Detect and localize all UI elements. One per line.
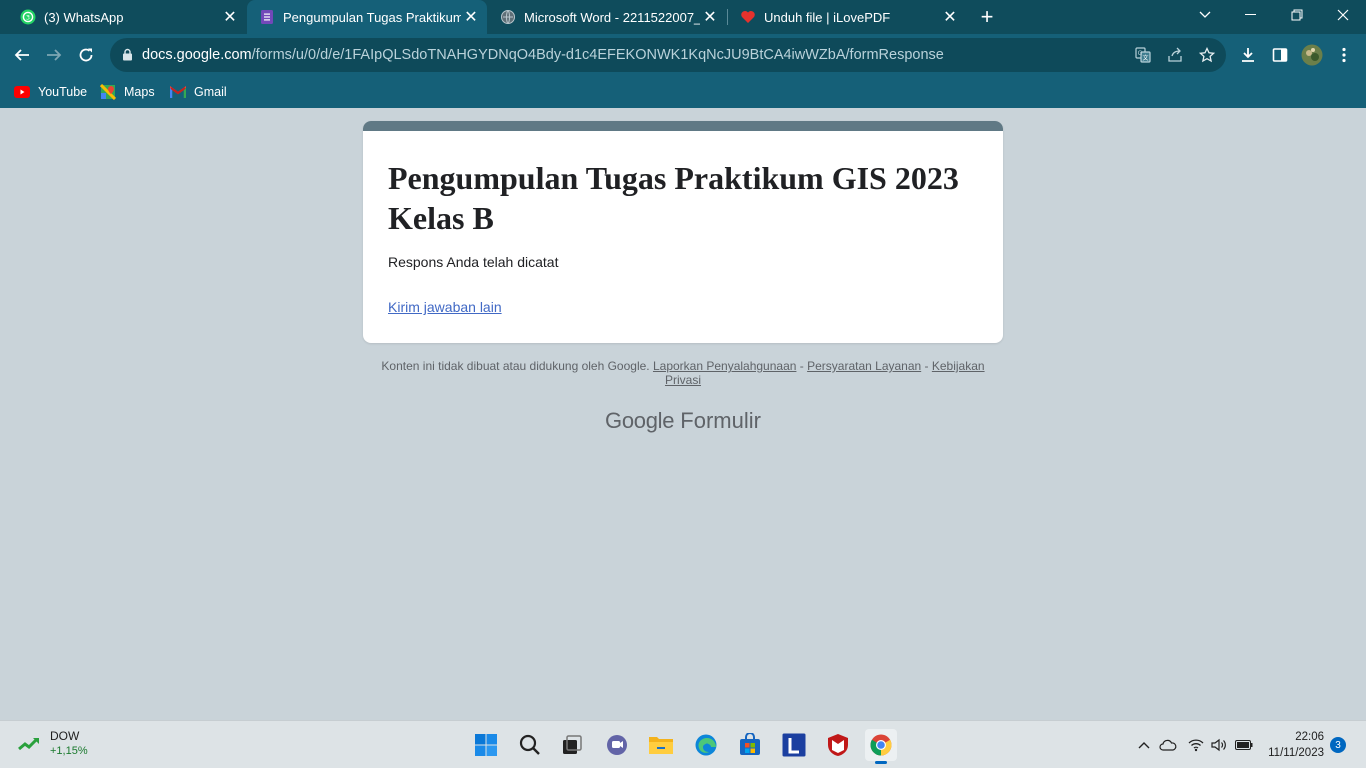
stock-name: DOW — [50, 729, 80, 743]
menu-icon[interactable] — [1334, 45, 1354, 65]
restore-button[interactable] — [1274, 0, 1320, 30]
onedrive-icon[interactable] — [1158, 735, 1178, 755]
form-confirmation-card: Pengumpulan Tugas Praktikum GIS 2023 Kel… — [363, 121, 1003, 343]
bookmark-label: Maps — [124, 85, 155, 99]
google-forms-icon — [259, 9, 275, 25]
footer-disclaimer: Konten ini tidak dibuat atau didukung ol… — [381, 359, 650, 373]
forms-wordmark: Formulir — [680, 408, 761, 433]
close-tab-icon[interactable]: ✕ — [940, 7, 960, 27]
file-explorer-icon[interactable] — [645, 729, 677, 761]
bookmark-gmail[interactable]: Gmail — [170, 82, 227, 102]
form-footer: Konten ini tidak dibuat atau didukung ol… — [363, 359, 1003, 387]
stock-up-icon — [18, 736, 42, 752]
clock-date: 11/11/2023 — [1268, 747, 1324, 759]
translate-icon[interactable]: 文G — [1134, 46, 1152, 64]
tab-title: Pengumpulan Tugas Praktikum G — [283, 9, 461, 25]
back-icon[interactable] — [8, 41, 36, 69]
close-window-button[interactable] — [1320, 0, 1366, 30]
browser-toolbar: docs.google.com/forms/u/0/d/e/1FAIpQLSdo… — [0, 34, 1366, 76]
tab-microsoft-word[interactable]: Microsoft Word - 2211522007_T ✕ — [488, 0, 726, 34]
microsoft-store-icon[interactable] — [734, 729, 766, 761]
bookmark-star-icon[interactable] — [1198, 46, 1216, 64]
close-tab-icon[interactable]: ✕ — [461, 7, 481, 27]
chrome-icon[interactable] — [865, 729, 897, 764]
start-icon[interactable] — [470, 729, 502, 761]
close-tab-icon[interactable]: ✕ — [700, 7, 720, 27]
clock[interactable]: 22:06 11/11/2023 — [1262, 729, 1324, 761]
maps-icon — [100, 84, 116, 100]
svg-text:G: G — [1138, 50, 1143, 57]
tab-title: Unduh file | iLovePDF — [764, 9, 891, 25]
profile-avatar[interactable] — [1301, 44, 1323, 66]
ilovepdf-icon — [740, 9, 756, 25]
windows-taskbar: DOW +1,15% 22:06 11/11/2023 3 — [0, 720, 1366, 768]
terms-of-service-link[interactable]: Persyaratan Layanan — [807, 359, 921, 373]
new-tab-button[interactable]: + — [975, 4, 999, 29]
youtube-icon — [14, 84, 30, 100]
url-path: /forms/u/0/d/e/1FAIpQLSdoTNAHGYDNqO4Bdy-… — [251, 47, 944, 63]
show-hidden-icons-chevron-icon[interactable] — [1134, 735, 1154, 755]
mcafee-icon[interactable] — [822, 729, 854, 761]
bookmark-youtube[interactable]: YouTube — [14, 82, 87, 102]
reload-icon[interactable] — [72, 41, 100, 69]
svg-text:文: 文 — [1142, 54, 1148, 62]
address-bar[interactable]: docs.google.com/forms/u/0/d/e/1FAIpQLSdo… — [110, 38, 1226, 72]
bookmark-label: YouTube — [38, 85, 88, 99]
tab-whatsapp[interactable]: 3 (3) WhatsApp ✕ — [8, 0, 246, 34]
volume-icon[interactable] — [1209, 735, 1229, 755]
svg-text:3: 3 — [26, 14, 30, 22]
tab-title: (3) WhatsApp — [44, 9, 124, 25]
tab-search-icon[interactable] — [1182, 0, 1228, 30]
lock-icon[interactable] — [122, 48, 133, 66]
side-panel-icon[interactable] — [1270, 45, 1290, 65]
tab-ilovepdf[interactable]: Unduh file | iLovePDF ✕ — [728, 0, 966, 34]
gmail-icon — [170, 84, 186, 100]
whatsapp-icon: 3 — [20, 9, 36, 25]
task-view-icon[interactable] — [556, 729, 588, 761]
tab-title: Microsoft Word - 2211522007_T — [524, 9, 700, 25]
share-icon[interactable] — [1166, 46, 1184, 64]
download-icon[interactable] — [1238, 45, 1258, 65]
footer-separator: - — [796, 359, 808, 373]
tab-strip: 3 (3) WhatsApp ✕ Pengumpulan Tugas Prakt… — [0, 0, 1366, 34]
google-wordmark: Google — [605, 408, 675, 433]
submit-another-response-link[interactable]: Kirim jawaban lain — [388, 299, 502, 315]
footer-separator: - — [921, 359, 932, 373]
bookmark-maps[interactable]: Maps — [100, 82, 155, 102]
battery-icon[interactable] — [1234, 735, 1254, 755]
clock-time: 22:06 — [1295, 731, 1324, 743]
notification-badge[interactable]: 3 — [1330, 737, 1346, 753]
globe-icon — [500, 9, 516, 25]
stock-change: +1,15% — [50, 745, 88, 757]
teams-chat-icon[interactable] — [601, 729, 633, 761]
minimize-button[interactable] — [1228, 0, 1274, 30]
google-forms-logo[interactable]: Google Formulir — [0, 408, 1366, 434]
bookmarks-bar: YouTube Maps Gmail — [0, 76, 1366, 108]
report-abuse-link[interactable]: Laporkan Penyalahgunaan — [653, 359, 796, 373]
page-content: Pengumpulan Tugas Praktikum GIS 2023 Kel… — [0, 108, 1366, 720]
edge-icon[interactable] — [690, 729, 722, 761]
url-host: docs.google.com — [142, 47, 252, 63]
stock-widget[interactable]: DOW +1,15% — [18, 729, 88, 759]
search-icon[interactable] — [514, 729, 546, 761]
active-app-indicator — [875, 761, 887, 764]
response-recorded-message: Respons Anda telah dicatat — [388, 254, 559, 270]
form-accent-bar — [363, 121, 1003, 131]
bookmark-label: Gmail — [194, 85, 227, 99]
url-text: docs.google.com/forms/u/0/d/e/1FAIpQLSdo… — [142, 47, 944, 63]
form-title: Pengumpulan Tugas Praktikum GIS 2023 Kel… — [388, 160, 959, 236]
tab-google-forms[interactable]: Pengumpulan Tugas Praktikum G ✕ — [247, 0, 487, 34]
wifi-icon[interactable] — [1186, 735, 1206, 755]
close-tab-icon[interactable]: ✕ — [220, 7, 240, 27]
forward-icon[interactable] — [40, 41, 68, 69]
lumi-app-icon[interactable] — [778, 729, 810, 761]
